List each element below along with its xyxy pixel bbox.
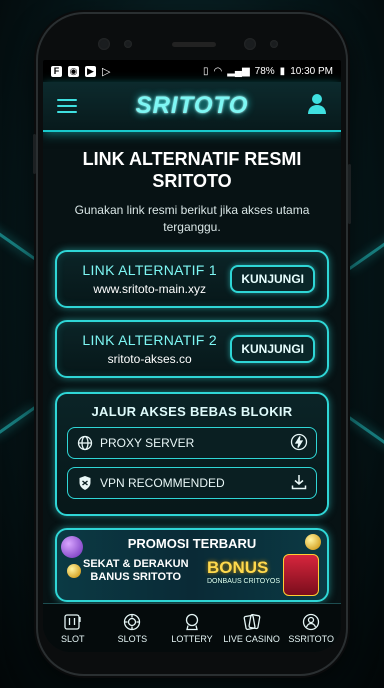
nav-slot[interactable]: SLOT	[43, 604, 103, 652]
access-panel-title: JALUR AKSES BEBAS BLOKIR	[91, 404, 293, 419]
background-glow-line	[0, 223, 36, 260]
earpiece-speaker	[172, 42, 216, 47]
menu-icon[interactable]	[57, 99, 77, 113]
volume-button	[33, 134, 36, 174]
lightning-icon[interactable]	[290, 433, 308, 454]
app-header: SRITOTO	[43, 82, 341, 132]
nav-lottery[interactable]: LOTTERY	[162, 604, 222, 652]
sensor	[270, 40, 278, 48]
alt-link-card-1: LINK ALTERNATIF 1 www.sritoto-main.xyz K…	[55, 250, 329, 308]
chip-icon	[122, 613, 142, 631]
background-glow-line	[347, 415, 384, 448]
brand-logo[interactable]: SRITOTO	[136, 92, 249, 120]
page-subtitle: Gunakan link resmi berikut jika akses ut…	[74, 203, 310, 234]
profile-icon	[301, 613, 321, 631]
status-bar: F ◉ ▶ ▷ ▯ ◠ ▂▄▆ 78% ▮ 10:30 PM	[43, 60, 341, 82]
alt-link-label: LINK ALTERNATIF 1	[82, 262, 217, 278]
power-button	[348, 164, 351, 224]
alt-link-label: LINK ALTERNATIF 2	[82, 332, 217, 348]
background-glow-line	[348, 233, 384, 270]
nav-label: SSRITOTO	[288, 633, 335, 644]
user-icon[interactable]	[307, 93, 327, 120]
battery-icon: ▮	[279, 65, 286, 77]
page-title: LINK ALTERNATIF RESMI SRITOTO	[82, 149, 302, 191]
option-label: PROXY SERVER	[100, 436, 195, 450]
front-camera	[98, 38, 110, 50]
slot-machine-icon	[63, 613, 83, 631]
coin-icon	[305, 534, 321, 550]
youtube-icon: ▶	[85, 65, 96, 77]
shield-icon	[76, 474, 94, 492]
alt-link-url[interactable]: sritoto-akses.co	[69, 352, 230, 366]
access-panel: JALUR AKSES BEBAS BLOKIR PROXY SERVER VP…	[55, 392, 329, 516]
promo-title: PROMOSI TERBARU	[127, 536, 257, 551]
globe-icon	[76, 434, 94, 452]
lottery-icon	[182, 613, 202, 631]
visit-button[interactable]: KUNJUNGI	[230, 335, 315, 363]
visit-button[interactable]: KUNJUNGI	[230, 265, 315, 293]
cards-icon	[242, 613, 262, 631]
option-label: VPN RECOMMENDED	[100, 476, 225, 490]
wifi-icon: ◠	[213, 65, 223, 77]
alt-link-card-2: LINK ALTERNATIF 2 sritoto-akses.co KUNJU…	[55, 320, 329, 378]
camera-notification-icon: ◉	[68, 65, 79, 77]
notification-icon: F	[51, 65, 62, 77]
battery-level: 78%	[254, 65, 275, 77]
signal-icon: ▂▄▆	[227, 65, 250, 77]
nav-label: LOTTERY	[171, 633, 213, 644]
sensor	[124, 40, 132, 48]
coin-icon	[67, 564, 81, 578]
clock: 10:30 PM	[290, 65, 333, 77]
promo-banner[interactable]: PROMOSI TERBARU SEKAT & DERAKUN BANUS SR…	[55, 528, 329, 602]
nav-label: SLOT	[61, 633, 85, 644]
vpn-option[interactable]: VPN RECOMMENDED	[67, 467, 317, 499]
nav-label: SLOTS	[117, 633, 148, 644]
promo-bonus-text: BONUS	[207, 558, 269, 577]
vibrate-icon: ▯	[202, 65, 209, 77]
slot-machine-image	[283, 554, 319, 596]
iris-scanner	[244, 38, 256, 50]
nav-profile[interactable]: SSRITOTO	[281, 604, 341, 652]
promo-bonus-subtext: DONBAUS CRITOYOS	[207, 578, 280, 585]
bottom-navigation: SLOT SLOTS LOTTERY LIVE CASINO SSRITOTO	[43, 603, 341, 652]
play-store-icon: ▷	[102, 65, 111, 78]
background-glow-line	[0, 405, 37, 438]
app-screen: F ◉ ▶ ▷ ▯ ◠ ▂▄▆ 78% ▮ 10:30 PM SRITOTO L…	[43, 60, 341, 652]
nav-live-casino[interactable]: LIVE CASINO	[222, 604, 282, 652]
download-icon[interactable]	[290, 473, 308, 494]
proxy-server-option[interactable]: PROXY SERVER	[67, 427, 317, 459]
promo-left-text: SEKAT & DERAKUN BANUS SRITOTO	[83, 558, 189, 583]
nav-label: LIVE CASINO	[223, 633, 280, 644]
alt-link-url[interactable]: www.sritoto-main.xyz	[69, 282, 230, 296]
nav-slots[interactable]: SLOTS	[103, 604, 163, 652]
